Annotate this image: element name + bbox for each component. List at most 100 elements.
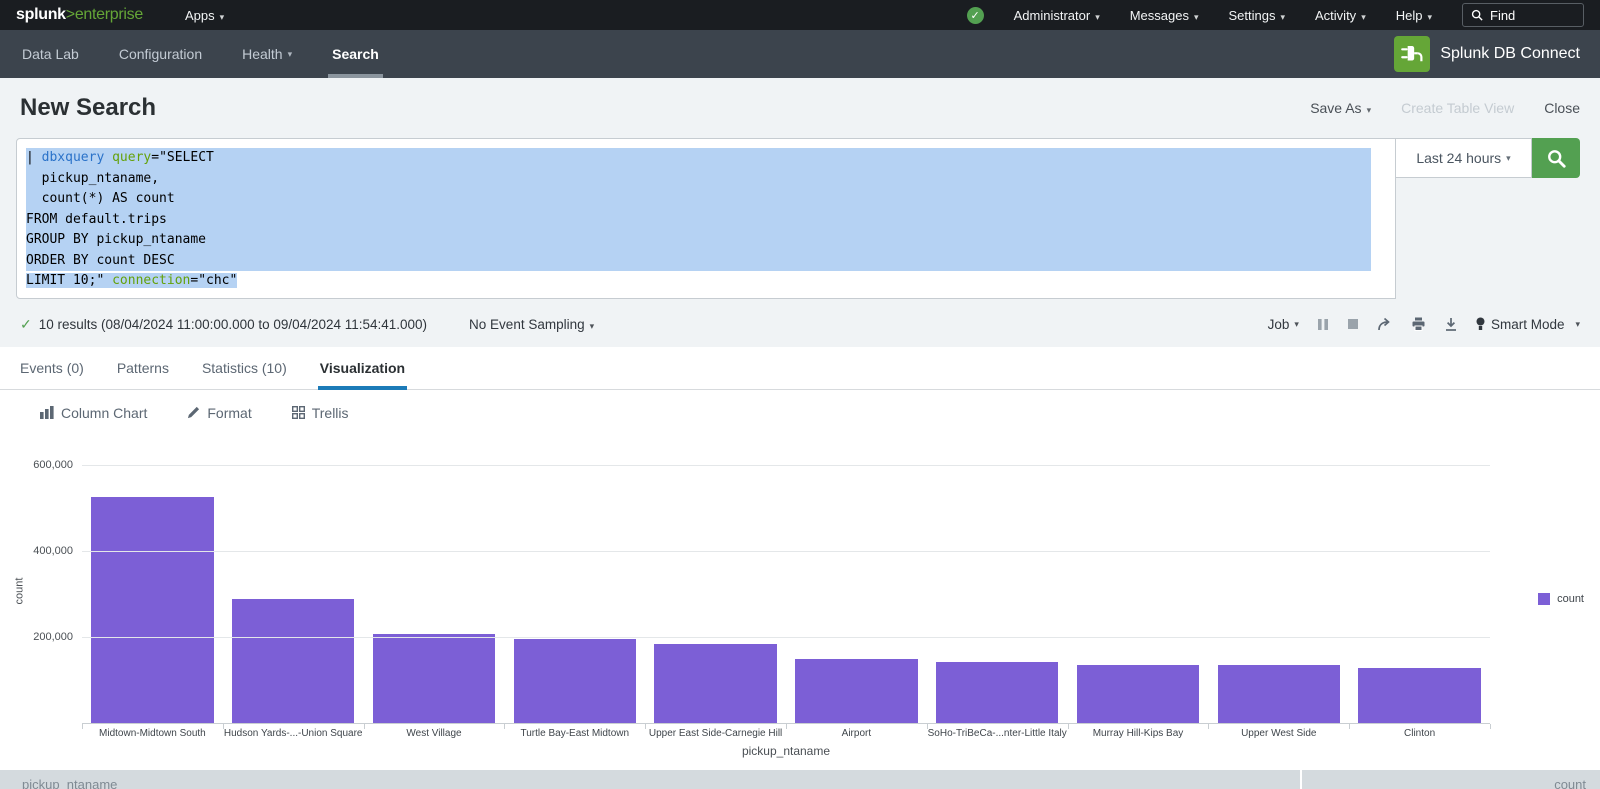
bar[interactable]	[1218, 665, 1340, 723]
x-tick-label: Midtown-Midtown South	[82, 724, 223, 740]
viz-toolbar: Column Chart Format Trellis	[0, 390, 1600, 435]
chart-type-button[interactable]: Column Chart	[40, 405, 147, 421]
axis-tick	[927, 724, 928, 729]
search-mode-menu[interactable]: Smart Mode▾	[1476, 317, 1580, 332]
y-tick-label: 600,000	[33, 459, 73, 471]
trellis-icon	[292, 406, 305, 419]
query-line: GROUP BY pickup_ntaname	[26, 230, 1371, 251]
stop-icon[interactable]	[1347, 318, 1359, 330]
bar[interactable]	[795, 659, 917, 723]
caret-down-icon: ▾	[1427, 12, 1432, 22]
gridline	[82, 465, 1490, 466]
caret-down-icon: ▾	[1194, 12, 1199, 22]
x-tick-label: Hudson Yards-...-Union Square	[223, 724, 364, 740]
save-as-button[interactable]: Save As▾	[1310, 100, 1371, 116]
tab-visualization[interactable]: Visualization	[320, 347, 405, 389]
plug-icon	[1399, 41, 1425, 67]
bar[interactable]	[232, 599, 354, 723]
bar-slot	[1349, 443, 1490, 723]
menu-administrator[interactable]: Administrator▾	[1014, 8, 1100, 23]
lightbulb-icon	[1476, 317, 1485, 331]
bar-slot	[223, 443, 364, 723]
axis-tick	[645, 724, 646, 729]
bar[interactable]	[936, 662, 1058, 723]
pencil-icon	[187, 406, 200, 419]
axis-tick	[223, 724, 224, 729]
nav-item-data-lab[interactable]: Data Lab	[20, 30, 81, 78]
legend-swatch	[1538, 593, 1550, 605]
results-tabs: Events (0) Patterns Statistics (10) Visu…	[0, 347, 1600, 390]
caret-down-icon: ▾	[288, 49, 293, 60]
format-button[interactable]: Format	[187, 405, 251, 421]
gridline	[82, 551, 1490, 552]
close-button[interactable]: Close	[1544, 100, 1580, 116]
y-tick-label: 200,000	[33, 631, 73, 643]
tab-statistics[interactable]: Statistics (10)	[202, 347, 287, 389]
bar[interactable]	[1077, 665, 1199, 723]
chart-legend[interactable]: count	[1538, 593, 1584, 605]
legend-label: count	[1557, 593, 1584, 605]
bar-slot	[1208, 443, 1349, 723]
bar-slot	[364, 443, 505, 723]
chart-x-labels: Midtown-Midtown SouthHudson Yards-...-Un…	[82, 723, 1490, 740]
tab-events[interactable]: Events (0)	[20, 347, 84, 389]
tab-patterns[interactable]: Patterns	[117, 347, 169, 389]
results-check-icon: ✓	[20, 316, 32, 333]
bar-slot	[1068, 443, 1209, 723]
column-header-pickup-ntaname[interactable]: pickup_ntaname	[0, 770, 1300, 789]
x-tick-label: SoHo-TriBeCa-...nter-Little Italy	[927, 724, 1068, 740]
health-status-icon[interactable]: ✓	[967, 7, 984, 24]
bar[interactable]	[91, 497, 213, 723]
query-line: pickup_ntaname,	[26, 169, 1371, 190]
search-icon	[1471, 9, 1483, 21]
nav-item-configuration[interactable]: Configuration	[117, 30, 204, 78]
app-nav-bar: Data Lab Configuration Health▾ Search Sp…	[0, 30, 1600, 78]
axis-tick	[1208, 724, 1209, 729]
query-line: | dbxquery query="SELECT	[26, 148, 1371, 169]
search-icon	[1547, 149, 1566, 168]
y-axis-title: count	[13, 578, 25, 605]
caret-down-icon: ▾	[1095, 12, 1100, 22]
find-input[interactable]: Find	[1462, 3, 1584, 27]
download-icon[interactable]	[1444, 317, 1458, 331]
query-line: count(*) AS count	[26, 189, 1371, 210]
caret-down-icon: ▾	[590, 321, 595, 331]
x-tick-label: Upper East Side-Carnegie Hill	[645, 724, 786, 740]
menu-settings[interactable]: Settings▾	[1229, 8, 1286, 23]
x-tick-label: Clinton	[1349, 724, 1490, 740]
bar[interactable]	[654, 644, 776, 723]
pause-icon[interactable]	[1317, 318, 1329, 331]
statistics-table-header: pickup_ntaname count	[0, 770, 1600, 789]
db-connect-logo	[1394, 36, 1430, 72]
query-editor[interactable]: | dbxquery query="SELECT pickup_ntaname,…	[16, 138, 1396, 299]
nav-item-search[interactable]: Search	[330, 30, 381, 78]
caret-down-icon: ▾	[1294, 319, 1299, 330]
splunk-logo[interactable]: splunk>enterprise	[16, 6, 143, 24]
caret-down-icon: ▾	[1367, 105, 1372, 115]
event-sampling-menu[interactable]: No Event Sampling▾	[469, 317, 594, 332]
caret-down-icon: ▾	[1361, 12, 1366, 22]
chart-plot: 200,000400,000600,000	[82, 443, 1490, 723]
x-axis-title: pickup_ntaname	[82, 744, 1490, 758]
bar[interactable]	[514, 639, 636, 723]
menu-help[interactable]: Help▾	[1396, 8, 1432, 23]
nav-item-health[interactable]: Health▾	[240, 30, 294, 78]
menu-activity[interactable]: Activity▾	[1315, 8, 1366, 23]
bar[interactable]	[373, 634, 495, 723]
bar[interactable]	[1358, 668, 1480, 723]
run-search-button[interactable]	[1532, 138, 1580, 178]
trellis-button[interactable]: Trellis	[292, 405, 349, 421]
query-line: LIMIT 10;" connection="chc"	[26, 271, 1371, 292]
job-menu[interactable]: Job▾	[1268, 317, 1299, 332]
apps-menu[interactable]: Apps▾	[185, 8, 224, 23]
spacer	[0, 758, 1600, 770]
bar-slot	[786, 443, 927, 723]
bar-slot	[927, 443, 1068, 723]
column-header-count[interactable]: count	[1300, 770, 1600, 789]
menu-messages[interactable]: Messages▾	[1130, 8, 1199, 23]
share-icon[interactable]	[1377, 317, 1393, 331]
print-icon[interactable]	[1411, 317, 1426, 331]
x-tick-label: Upper West Side	[1208, 724, 1349, 740]
x-tick-label: Turtle Bay-East Midtown	[504, 724, 645, 740]
time-range-picker[interactable]: Last 24 hours▾	[1396, 138, 1532, 178]
